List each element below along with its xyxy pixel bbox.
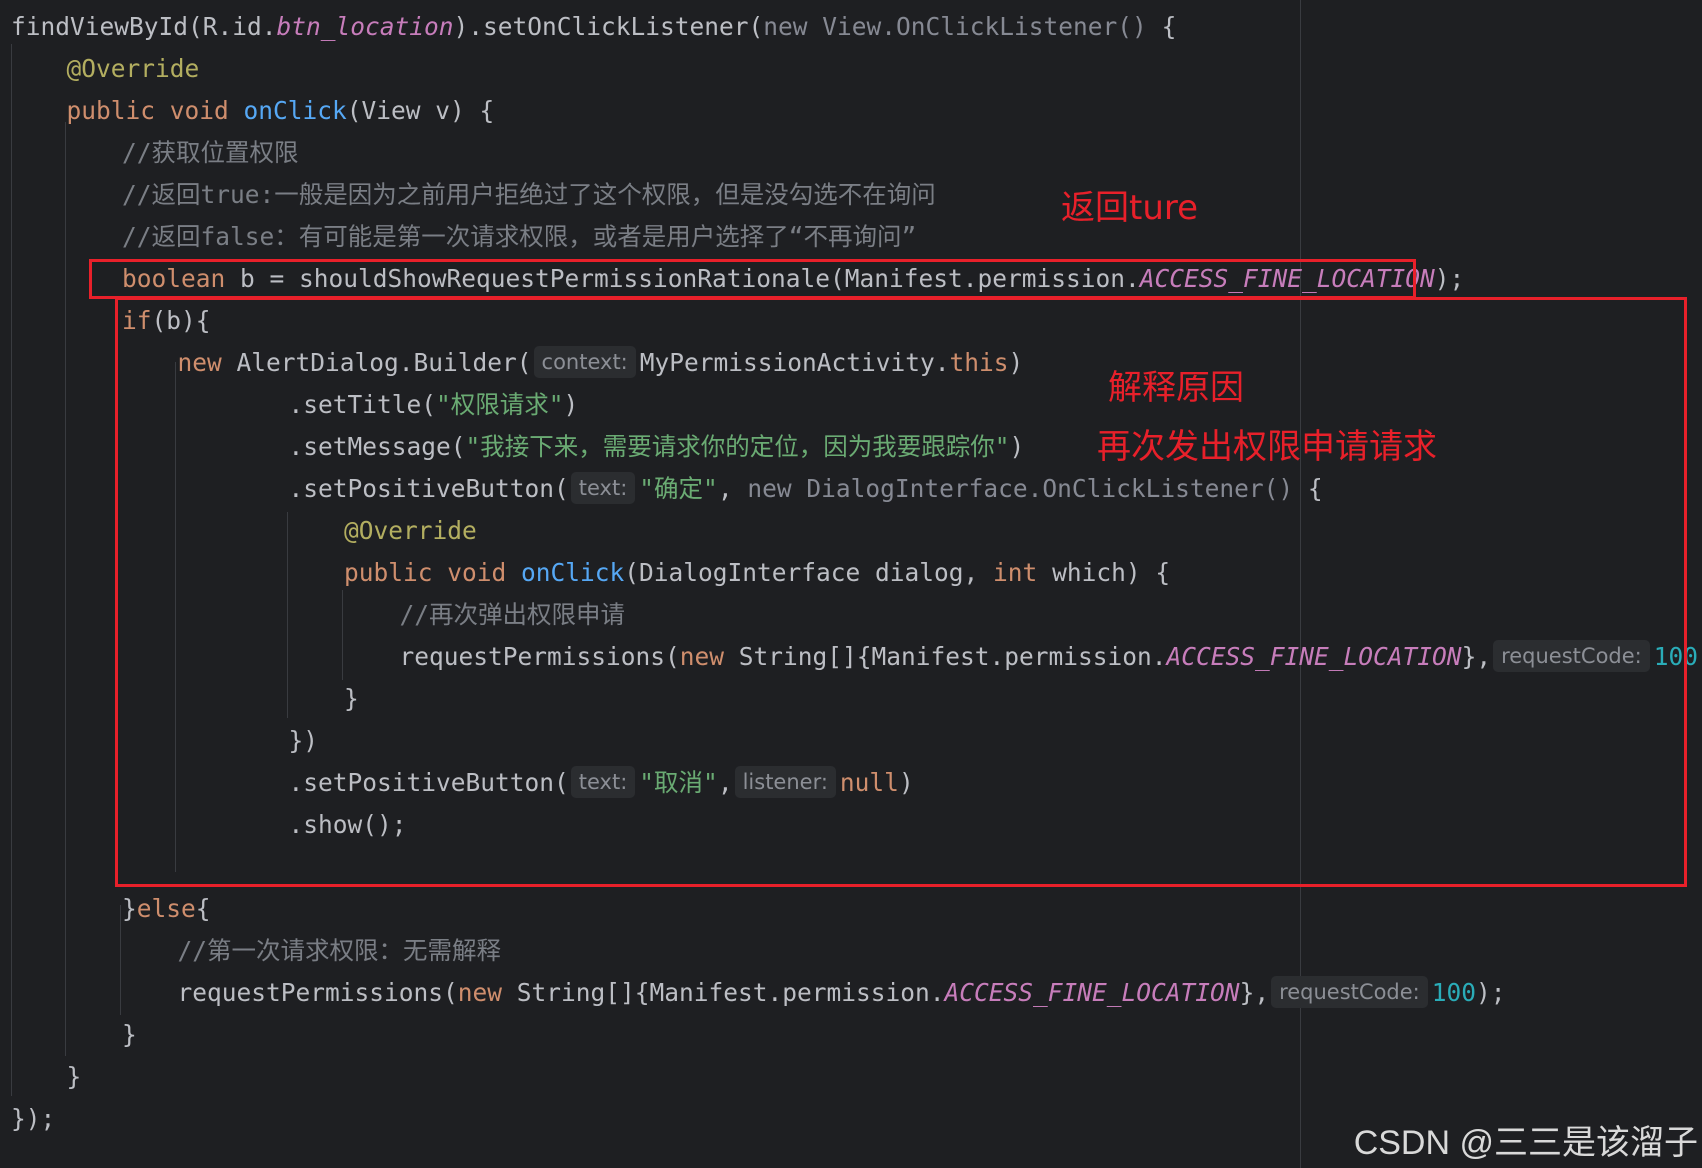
- annotation-explain-reason: 解释原因: [1108, 368, 1244, 408]
- csdn-watermark: CSDN @三三是该溜子: [1353, 1124, 1698, 1162]
- code-line[interactable]: //第一次请求权限：无需解释: [178, 930, 502, 972]
- code-token: onClick: [243, 96, 347, 125]
- code-token: }: [122, 894, 137, 923]
- code-token: ).setOnClickListener(: [453, 12, 764, 41]
- code-line[interactable]: }else{: [122, 888, 211, 930]
- code-token: }: [122, 1020, 137, 1049]
- parameter-hint: requestCode:: [1271, 976, 1428, 1008]
- code-token: (View v) {: [346, 96, 495, 125]
- code-line[interactable]: });: [11, 1098, 55, 1140]
- code-line[interactable]: @Override: [67, 48, 200, 90]
- code-token: ACCESS_FINE_LOCATION: [944, 978, 1240, 1007]
- code-token: });: [11, 1104, 56, 1133]
- code-line[interactable]: }: [122, 1014, 137, 1056]
- code-token: new View.OnClickListener(): [763, 12, 1147, 41]
- code-token: String[]{Manifest.permission.: [516, 978, 945, 1007]
- code-token: //第一次请求权限：无需解释: [177, 936, 502, 965]
- code-editor[interactable]: findViewById(R.id.btn_location).setOnCli…: [0, 0, 1702, 1168]
- code-token: //获取位置权限: [122, 138, 299, 167]
- indent-guide: [65, 122, 66, 1056]
- code-line[interactable]: findViewById(R.id.btn_location).setOnCli…: [11, 6, 1176, 48]
- code-token: );: [1476, 978, 1506, 1007]
- code-token: {: [1146, 12, 1177, 41]
- code-token: //返回true:一般是因为之前用户拒绝过了这个权限，但是没勾选不在询问: [122, 180, 936, 209]
- code-token: );: [1698, 642, 1702, 671]
- code-token: {: [195, 894, 211, 923]
- code-line[interactable]: //获取位置权限: [122, 132, 299, 174]
- code-line[interactable]: }: [67, 1056, 82, 1098]
- code-token: );: [1434, 264, 1465, 293]
- code-line[interactable]: //返回true:一般是因为之前用户拒绝过了这个权限，但是没勾选不在询问: [122, 174, 936, 216]
- code-token: },: [1239, 978, 1270, 1007]
- code-token: requestPermissions(: [177, 978, 458, 1007]
- code-token: 100: [1431, 978, 1477, 1007]
- code-token: btn_location: [276, 12, 454, 41]
- code-line[interactable]: //返回false：有可能是第一次请求权限，或者是用户选择了“不再询问”: [122, 216, 916, 258]
- code-line[interactable]: requestPermissions(new String[]{Manifest…: [178, 972, 1506, 1014]
- indent-guide: [120, 905, 121, 1015]
- indent-guide: [11, 44, 12, 1096]
- code-token: }: [66, 1062, 82, 1091]
- code-token: //返回false：有可能是第一次请求权限，或者是用户选择了“不再询问”: [122, 222, 917, 251]
- highlight-box-boolean-line: [89, 259, 1416, 299]
- code-token: public void: [66, 96, 244, 125]
- code-token: else: [136, 894, 196, 923]
- code-token: findViewById(R.id.: [11, 12, 277, 41]
- code-token: new: [457, 978, 517, 1007]
- annotation-return-true: 返回ture: [1061, 188, 1199, 228]
- highlight-box-if-block: [115, 297, 1687, 887]
- code-token: @Override: [66, 54, 200, 83]
- annotation-request-again: 再次发出权限申请请求: [1097, 427, 1437, 467]
- code-line[interactable]: public void onClick(View v) {: [67, 90, 495, 132]
